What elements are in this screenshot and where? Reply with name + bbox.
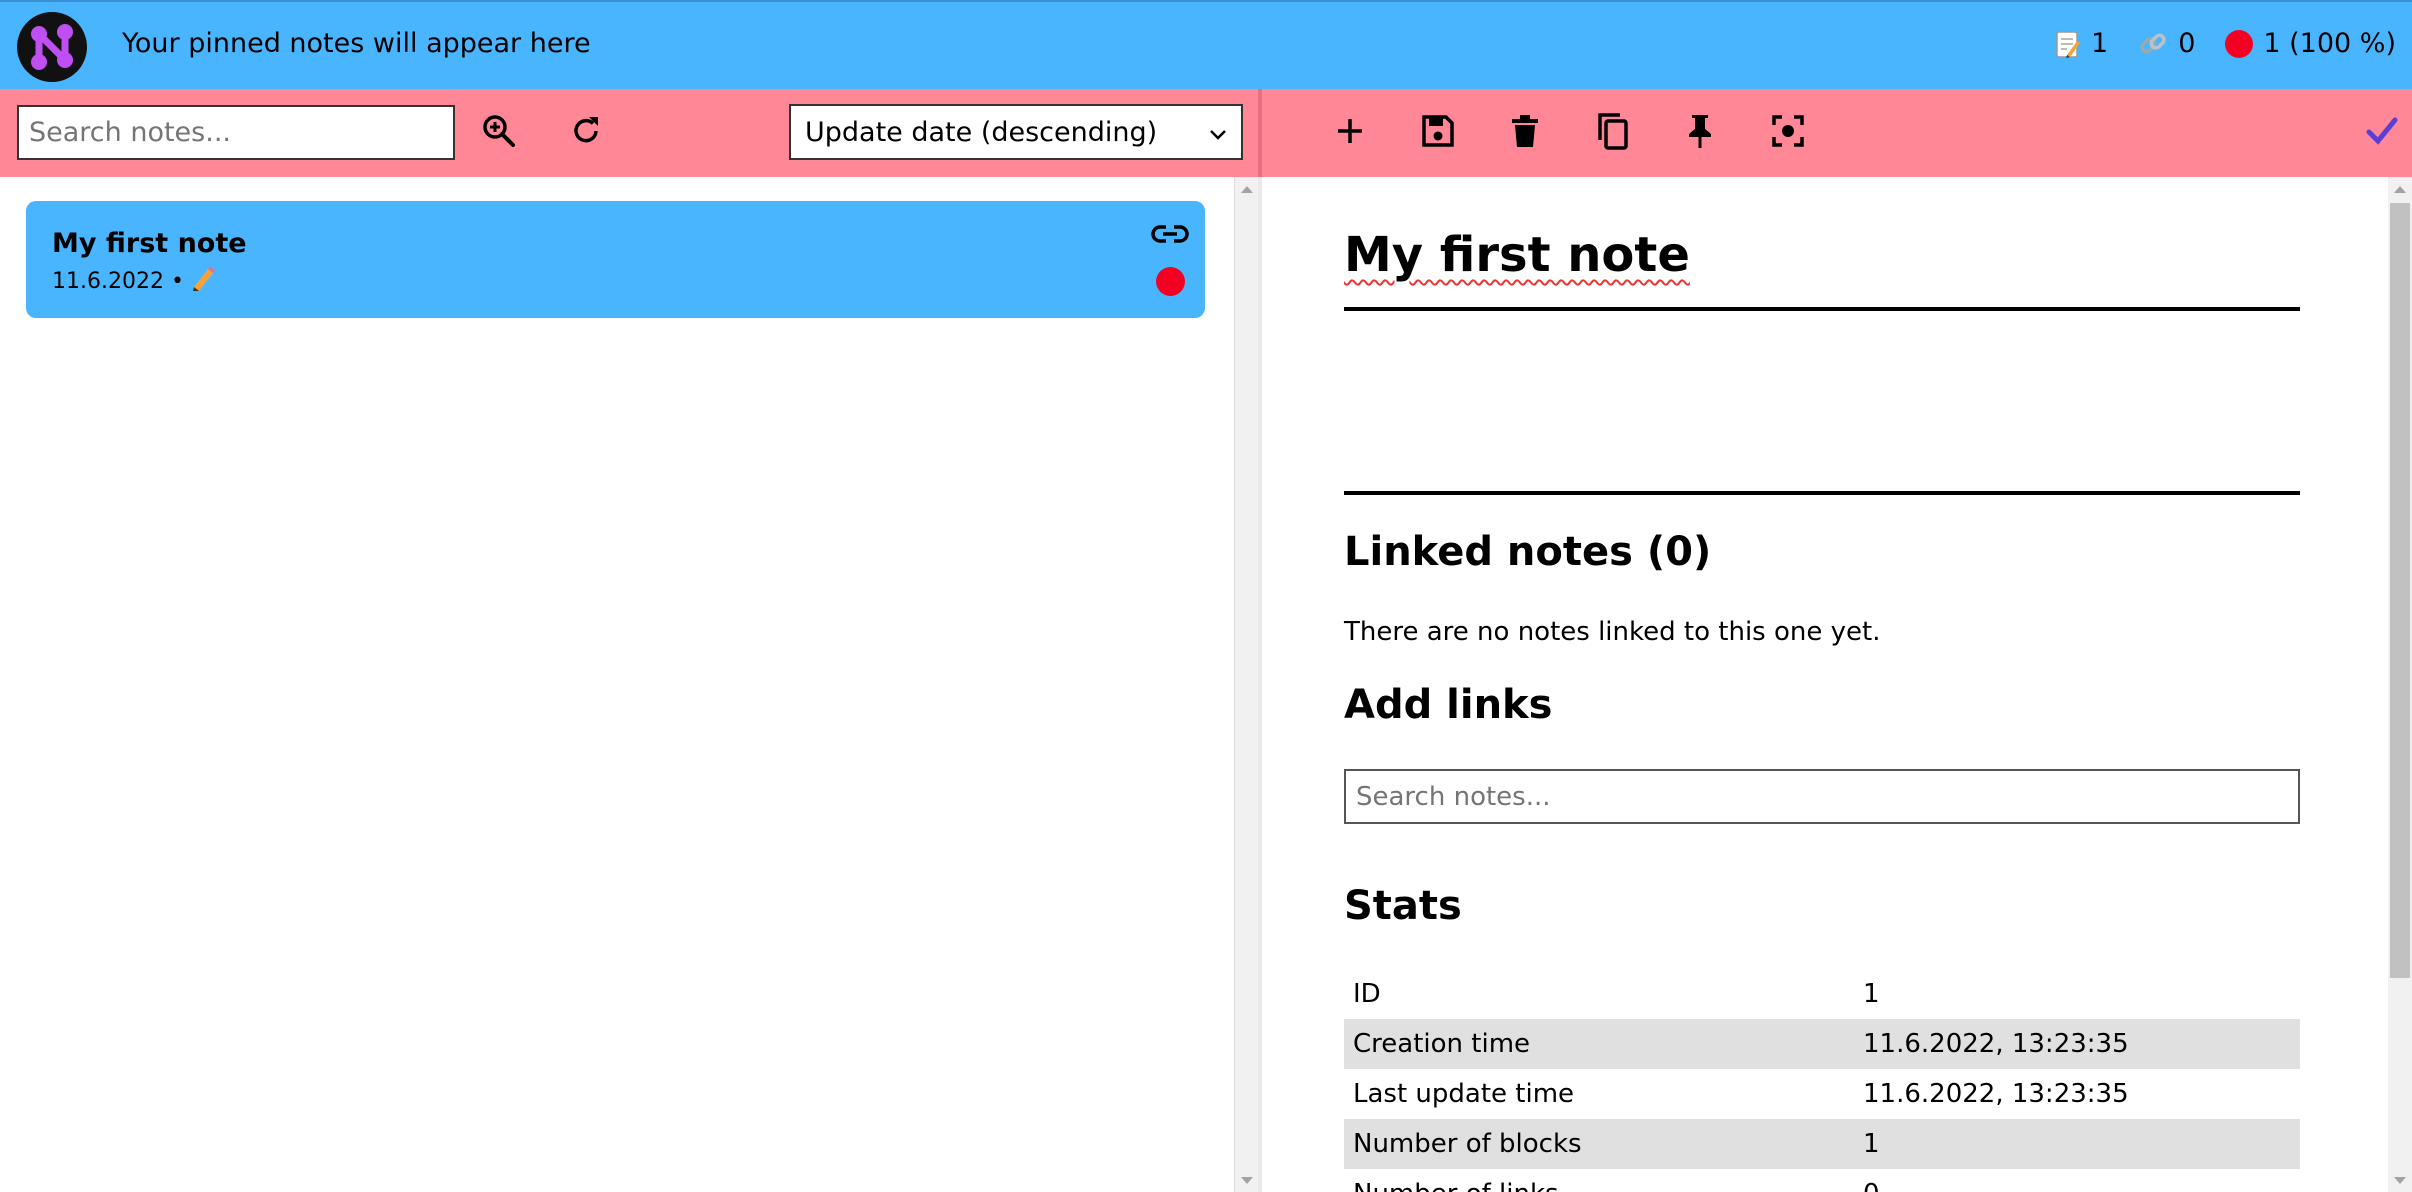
stat-value: 0 [1854, 1169, 2300, 1192]
red-circle-icon [2225, 29, 2254, 58]
stat-label: Number of links [1344, 1169, 1854, 1192]
saved-status-indicator [2352, 103, 2412, 163]
scroll-up-arrow-icon[interactable] [1241, 186, 1253, 193]
scroll-down-arrow-icon[interactable] [2394, 1177, 2406, 1184]
links-count: 0 [2178, 28, 2196, 59]
scroll-up-arrow-icon[interactable] [2394, 186, 2406, 193]
link-icon [1151, 223, 1189, 249]
header: Your pinned notes will appear here 1 0 1… [0, 0, 2412, 89]
editor-toolbar [1262, 89, 2412, 177]
trash-icon [1510, 114, 1540, 152]
refresh-icon [568, 113, 604, 153]
stat-label: ID [1353, 979, 1381, 1009]
save-button[interactable] [1408, 103, 1468, 163]
sort-select[interactable]: Update date (descending) [789, 104, 1243, 160]
note-title-input[interactable]: My first note [1344, 227, 1690, 283]
link-chain-icon [2138, 29, 2168, 59]
unlinked-status-dot [1156, 267, 1185, 296]
table-row: Number of blocks 1 [1344, 1119, 2300, 1169]
note-list-item-date: 11.6.2022 • [52, 268, 184, 294]
stat-label: Last update time [1353, 1079, 1575, 1109]
stat-label: Creation time [1344, 1019, 1854, 1069]
check-icon [2366, 117, 2398, 149]
stat-value: 11.6.2022, 13:23:35 [1854, 1019, 2300, 1069]
pinned-notes-placeholder: Your pinned notes will appear here [122, 28, 591, 59]
content-divider [1344, 491, 2300, 495]
notes-count-stat: 1 [2055, 28, 2108, 59]
stat-label: Number of blocks [1344, 1119, 1854, 1169]
note-list-toolbar: Update date (descending) [0, 89, 1258, 177]
pin-button[interactable] [1670, 103, 1730, 163]
memo-icon [2055, 29, 2081, 59]
search-input[interactable] [17, 105, 455, 160]
stats-heading: Stats [1344, 883, 1462, 929]
note-list-item-title: My first note [52, 228, 247, 259]
stat-value: 11.6.2022, 13:23:35 [1863, 1079, 2129, 1109]
refresh-button[interactable] [556, 103, 616, 163]
note-list-item-meta: 11.6.2022 • [52, 265, 216, 297]
floppy-disk-icon [1421, 114, 1455, 152]
table-row: Creation time 11.6.2022, 13:23:35 [1344, 1019, 2300, 1069]
stats-table: ID 1 Creation time 11.6.2022, 13:23:35 L… [1344, 969, 2300, 1192]
plus-icon [1335, 116, 1365, 150]
linked-notes-heading: Linked notes (0) [1344, 529, 1712, 575]
chevron-down-icon [1209, 117, 1227, 148]
note-list-item[interactable]: My first note 11.6.2022 • [26, 201, 1205, 318]
pencil-icon [190, 265, 216, 297]
zoom-in-icon [481, 113, 517, 153]
scroll-down-arrow-icon[interactable] [1241, 1177, 1253, 1184]
links-count-stat: 0 [2138, 28, 2195, 59]
unlinked-count: 1 (100 %) [2263, 28, 2396, 59]
center-focus-icon [1771, 114, 1805, 152]
link-search-input[interactable] [1344, 769, 2300, 824]
duplicate-button[interactable] [1583, 103, 1643, 163]
table-row: ID 1 [1344, 969, 2300, 1019]
stat-value: 1 [1863, 979, 1880, 1009]
sort-select-value: Update date (descending) [805, 116, 1158, 148]
app-logo[interactable] [17, 12, 87, 82]
note-editor: My first note Linked notes (0) There are… [1262, 177, 2388, 1192]
editor-scrollbar-thumb[interactable] [2390, 203, 2410, 978]
note-list-scrollbar[interactable] [1234, 177, 1258, 1192]
table-row: Number of links 0 [1344, 1169, 2300, 1192]
unlinked-notes-stat: 1 (100 %) [2225, 28, 2396, 59]
title-divider [1344, 307, 2300, 311]
search-button[interactable] [469, 103, 529, 163]
notes-count: 1 [2091, 28, 2109, 59]
focus-mode-button[interactable] [1758, 103, 1818, 163]
add-links-heading: Add links [1344, 682, 1553, 728]
note-list: My first note 11.6.2022 • [0, 177, 1234, 1192]
new-note-button[interactable] [1320, 103, 1380, 163]
stat-value: 1 [1854, 1119, 2300, 1169]
delete-button[interactable] [1495, 103, 1555, 163]
table-row: Last update time 11.6.2022, 13:23:35 [1344, 1069, 2300, 1119]
graph-stats: 1 0 1 (100 %) [2055, 28, 2396, 59]
no-links-message: There are no notes linked to this one ye… [1344, 617, 1881, 647]
copy-icon [1596, 112, 1630, 154]
pin-icon [1686, 113, 1714, 153]
